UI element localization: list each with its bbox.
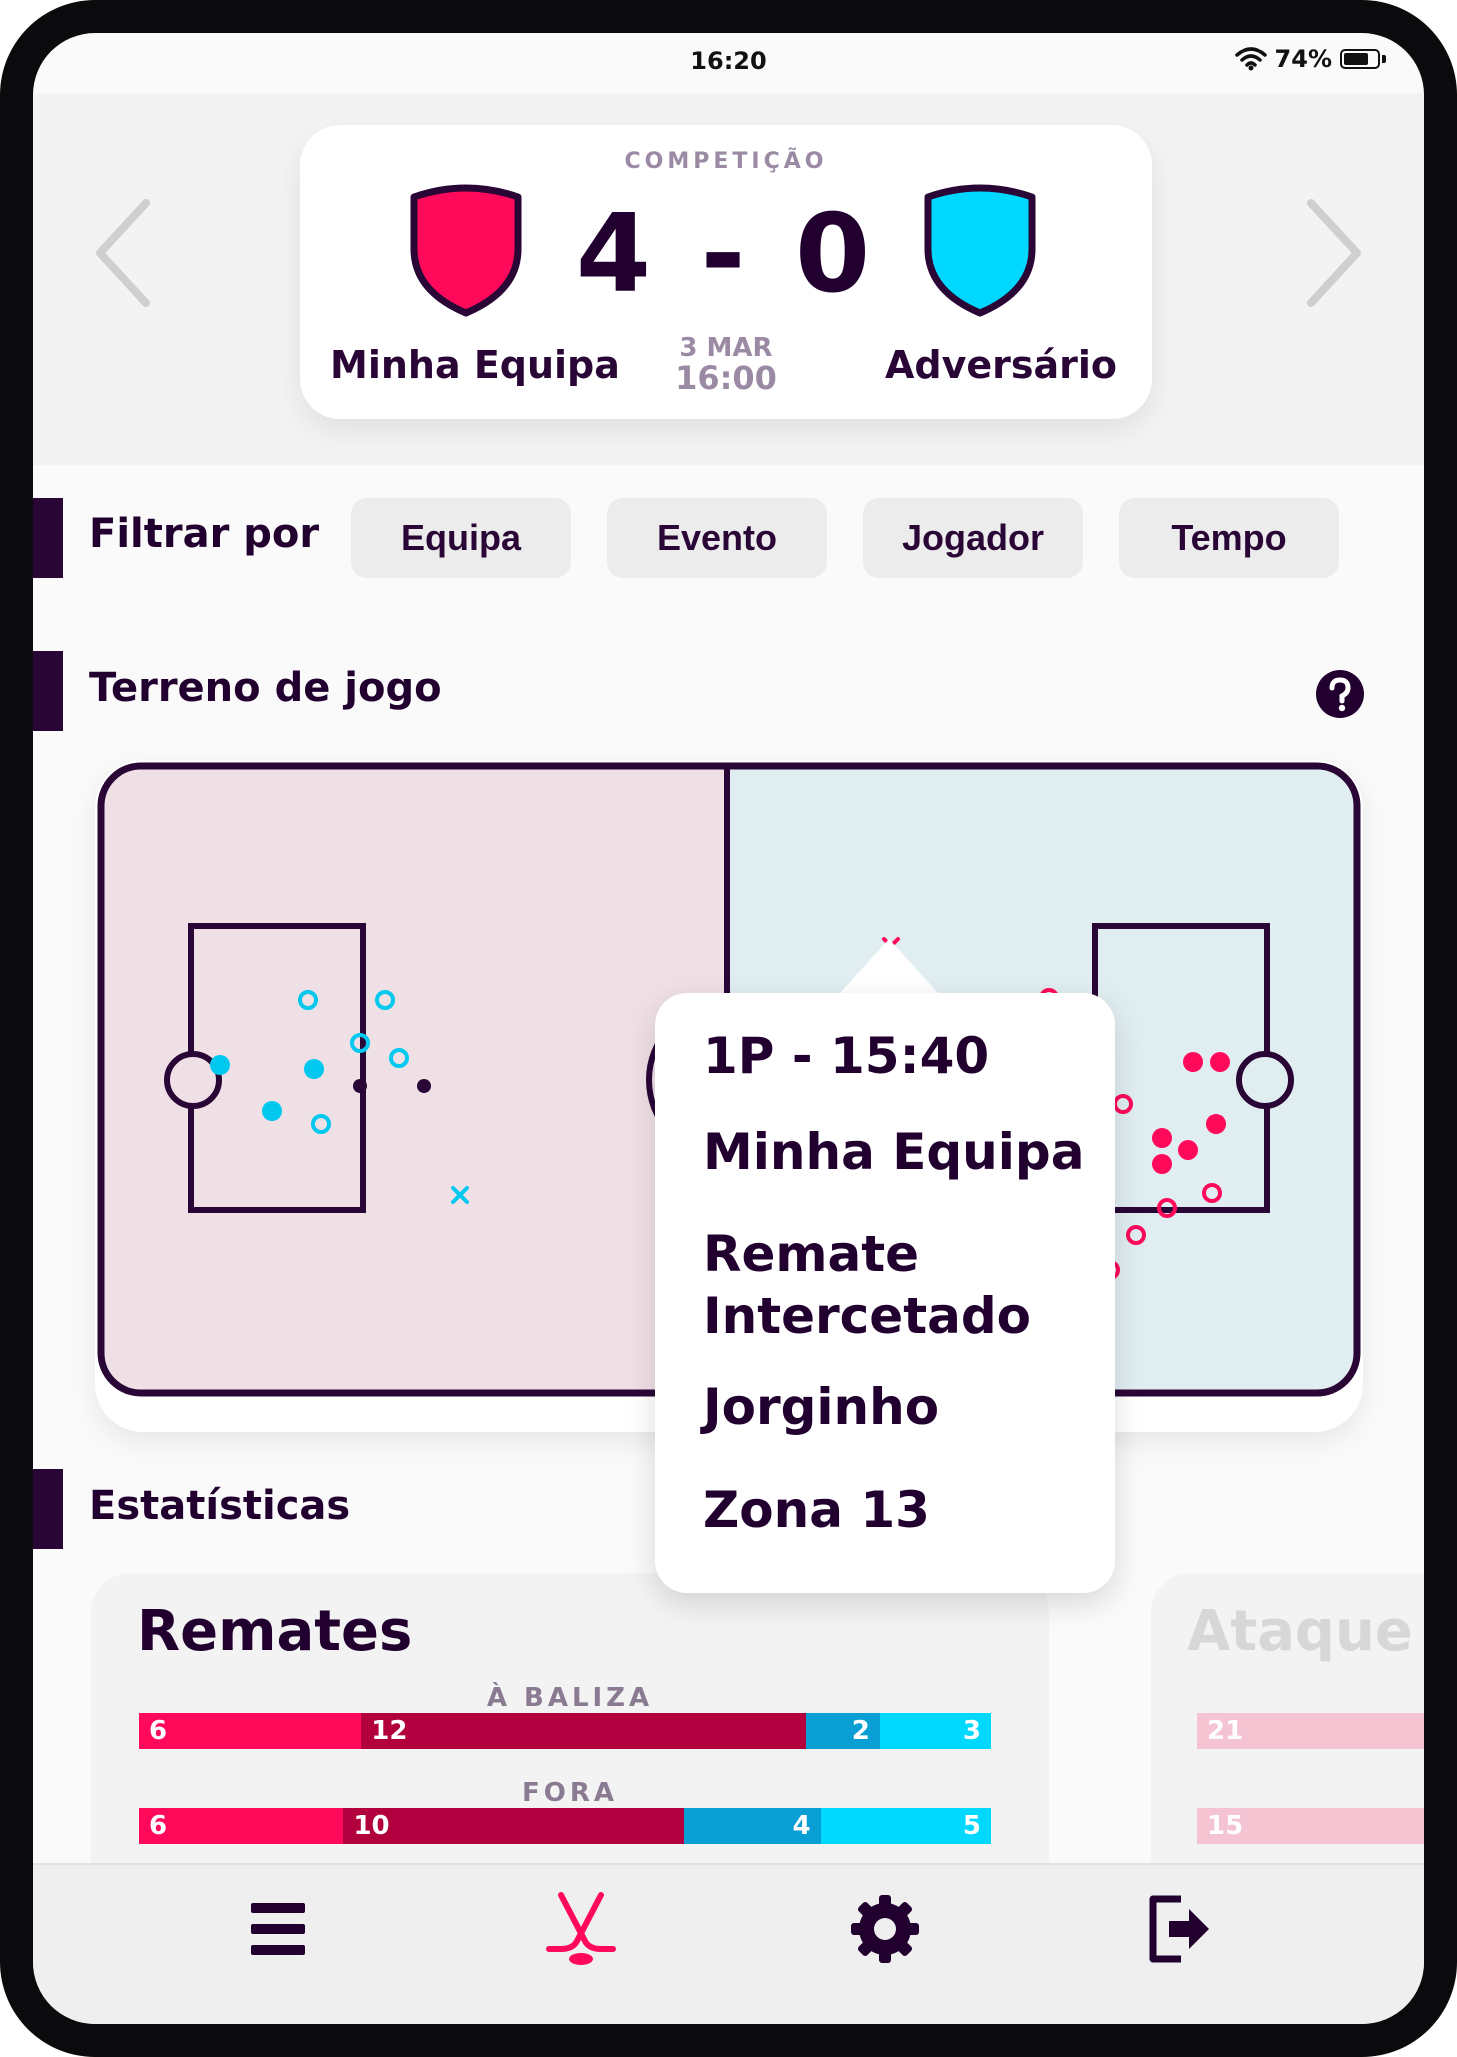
bar-label: FORA	[521, 1778, 618, 1808]
previous-match-arrow-icon[interactable]	[88, 193, 158, 313]
attack-bar: 21	[1197, 1713, 1424, 1749]
shot-marker[interactable]	[1152, 1128, 1172, 1148]
away-goal	[1236, 1051, 1294, 1109]
event-tooltip[interactable]: 1P - 15:40 Minha Equipa Remate Interceta…	[655, 993, 1115, 1593]
wifi-icon	[1234, 47, 1267, 71]
tooltip-team: Minha Equipa	[703, 1123, 1085, 1181]
attack-stats-card[interactable]: Ataque 21 15	[1151, 1573, 1424, 1913]
shot-marker[interactable]	[210, 1055, 230, 1075]
bar-label: À BALIZA	[486, 1683, 654, 1713]
match-datetime: 3 MAR 16:00	[300, 333, 1152, 398]
attack-bar: 15	[1197, 1808, 1424, 1844]
competition-label: COMPETIÇÃO	[624, 149, 828, 174]
section-marker	[33, 651, 63, 731]
section-marker	[33, 1469, 63, 1549]
bar-segment: 4	[684, 1808, 821, 1844]
filter-title: Filtrar por	[89, 511, 320, 557]
battery-percent: 74%	[1274, 45, 1332, 73]
shots-off-target-bar: 6 10 4 5	[139, 1808, 991, 1844]
match-time: 16:00	[675, 359, 777, 398]
filter-time-button[interactable]: Tempo	[1119, 498, 1339, 578]
filter-player-button[interactable]: Jogador	[863, 498, 1083, 578]
shot-marker[interactable]	[1206, 1114, 1226, 1134]
gear-icon[interactable]	[845, 1889, 925, 1969]
tooltip-zone: Zona 13	[703, 1481, 930, 1539]
tooltip-arrow	[839, 939, 939, 994]
filter-team-button[interactable]: Equipa	[351, 498, 571, 578]
match-date: 3 MAR	[679, 333, 773, 363]
tooltip-event-line2: Intercetado	[703, 1287, 1032, 1345]
hockey-sticks-icon[interactable]	[541, 1889, 621, 1969]
bar-segment: 21	[1197, 1713, 1424, 1749]
status-indicators: 74%	[1234, 45, 1386, 73]
status-bar: 16:20 74%	[33, 33, 1424, 93]
shot-marker[interactable]	[353, 1079, 367, 1093]
shots-on-target-bar: 6 12 2 3	[139, 1713, 991, 1749]
section-marker	[33, 498, 63, 578]
match-score: 4 - 0	[575, 192, 877, 317]
bar-segment: 3	[879, 1713, 991, 1749]
bar-segment: 2	[805, 1713, 880, 1749]
tooltip-period-time: 1P - 15:40	[703, 1027, 990, 1085]
score-card[interactable]: COMPETIÇÃO 4 - 0 Minha Equipa Adversário…	[300, 125, 1152, 419]
shot-marker[interactable]	[262, 1101, 282, 1121]
bar-segment: 6	[139, 1713, 362, 1749]
question-circle-icon[interactable]	[1315, 669, 1365, 719]
stats-title: Estatísticas	[89, 1483, 351, 1529]
bar-segment: 12	[361, 1713, 806, 1749]
bar-segment: 6	[139, 1808, 344, 1844]
card-title: Ataque	[1187, 1599, 1413, 1664]
battery-icon	[1340, 49, 1380, 69]
next-match-arrow-icon[interactable]	[1299, 193, 1369, 313]
shots-stats-card[interactable]: Remates À BALIZA 6 12 2 3 FORA 6 10 4 5	[91, 1573, 1049, 1913]
pitch-title: Terreno de jogo	[89, 665, 442, 711]
shot-marker[interactable]	[1210, 1052, 1230, 1072]
status-time: 16:20	[690, 47, 767, 75]
shot-marker[interactable]	[304, 1059, 324, 1079]
menu-icon[interactable]	[237, 1889, 317, 1969]
shot-marker[interactable]	[417, 1079, 431, 1093]
bar-segment: 15	[1197, 1808, 1424, 1844]
shot-marker[interactable]	[1178, 1140, 1198, 1160]
shot-marker[interactable]	[1152, 1154, 1172, 1174]
bar-segment: 10	[343, 1808, 685, 1844]
screen: 16:20 74% COMPETIÇÃO 4 - 0 Minha Equipa …	[33, 33, 1424, 2024]
filter-event-button[interactable]: Evento	[607, 498, 827, 578]
shot-marker[interactable]	[1183, 1052, 1203, 1072]
device-frame: 16:20 74% COMPETIÇÃO 4 - 0 Minha Equipa …	[0, 0, 1457, 2057]
tooltip-event-line1: Remate	[703, 1225, 920, 1283]
card-title: Remates	[137, 1599, 413, 1664]
bar-segment: 5	[820, 1808, 991, 1844]
logout-icon[interactable]	[1141, 1889, 1221, 1969]
tooltip-player: Jorginho	[703, 1378, 940, 1436]
